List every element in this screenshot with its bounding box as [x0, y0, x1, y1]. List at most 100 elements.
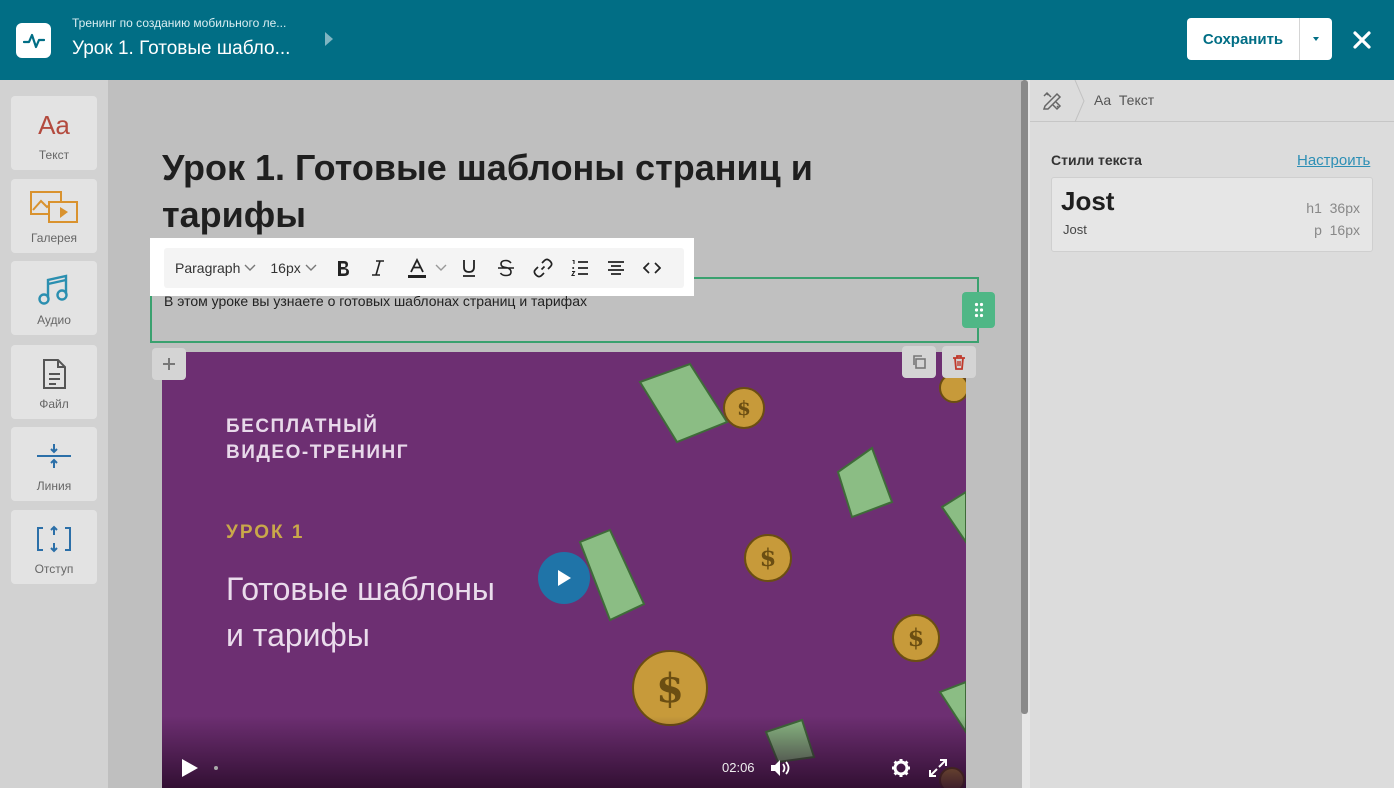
underline-button[interactable]	[461, 259, 477, 277]
plus-icon	[163, 358, 175, 370]
panel-header: Aa Текст	[1030, 80, 1394, 122]
tool-audio[interactable]: Аудио	[11, 261, 97, 335]
progress-dot[interactable]	[214, 766, 218, 770]
tool-label: Аудио	[37, 313, 71, 327]
canvas-scrollbar[interactable]	[1021, 80, 1028, 714]
block-type-select[interactable]: Paragraph	[175, 260, 256, 276]
link-icon	[533, 258, 553, 278]
trash-icon	[953, 355, 965, 370]
tool-label: Файл	[39, 397, 69, 411]
video-title: Готовые шаблоны и тарифы	[226, 566, 495, 658]
chevron-down-icon	[435, 264, 447, 271]
properties-panel: Aa Текст Стили текста Настроить Jost Jos…	[1030, 80, 1394, 788]
video-time: 02:06	[722, 760, 755, 775]
chevron-down-icon	[244, 264, 256, 271]
body-size-info: p 16px	[1314, 222, 1360, 238]
panel-breadcrumb-label: Текст	[1118, 92, 1155, 108]
spacing-icon	[11, 520, 97, 558]
heading-tag: h1	[1306, 200, 1322, 216]
strikethrough-button[interactable]	[497, 259, 515, 277]
strikethrough-icon	[497, 259, 514, 277]
fullscreen-icon[interactable]	[928, 758, 948, 778]
body-tag: p	[1314, 222, 1322, 238]
copy-icon	[913, 355, 926, 369]
link-button[interactable]	[533, 258, 553, 278]
panel-breadcrumb: Aa Текст	[1094, 92, 1154, 108]
panel-breadcrumb-glyph: Aa	[1094, 92, 1112, 108]
heading-size: 36px	[1329, 200, 1360, 216]
underline-icon	[462, 260, 475, 277]
italic-icon	[371, 260, 384, 276]
save-options-button[interactable]	[1299, 18, 1332, 60]
tool-file[interactable]: Файл	[11, 345, 97, 419]
tool-spacing[interactable]: Отступ	[11, 510, 97, 584]
lesson-title[interactable]: Урок 1. Готовые шабло...	[72, 38, 290, 60]
ordered-list-button[interactable]	[570, 259, 589, 277]
video-controls: 02:06	[162, 716, 966, 788]
save-button[interactable]: Сохранить	[1187, 18, 1299, 60]
page-title[interactable]: Урок 1. Готовые шаблоны страниц и тарифы	[162, 144, 882, 238]
course-title[interactable]: Тренинг по созданию мобильного ле...	[72, 16, 286, 30]
font-size-select[interactable]: 16px	[270, 260, 317, 276]
drag-dots-icon	[974, 302, 983, 318]
chevron-down-icon	[305, 264, 317, 271]
caret-down-icon	[1313, 37, 1319, 41]
text-icon-glyph: Aa	[38, 109, 70, 140]
settings-gear-icon[interactable]	[891, 758, 911, 778]
tool-line[interactable]: Линия	[11, 427, 97, 501]
drag-handle[interactable]	[962, 292, 995, 328]
video-subtitle-line: ВИДЕО-ТРЕНИНГ	[226, 442, 410, 463]
text-color-icon	[407, 258, 426, 278]
duplicate-block-button[interactable]	[902, 346, 936, 378]
file-icon	[11, 355, 97, 393]
code-icon	[642, 262, 661, 274]
italic-button[interactable]	[371, 259, 385, 277]
ordered-list-icon	[570, 259, 588, 277]
text-style-card[interactable]: Jost Jost h1 36px p 16px	[1051, 177, 1373, 252]
add-block-button[interactable]	[152, 348, 186, 380]
play-icon[interactable]	[180, 758, 200, 778]
breadcrumb-separator-icon	[1074, 80, 1085, 122]
tool-label: Линия	[36, 479, 72, 493]
volume-icon[interactable]	[770, 759, 792, 777]
configure-link[interactable]: Настроить	[1297, 152, 1370, 169]
design-tools-icon[interactable]	[1042, 91, 1062, 111]
heading-font-name: Jost	[1061, 186, 1115, 216]
video-subtitle: БЕСПЛАТНЫЙ ВИДЕО-ТРЕНИНГ	[226, 414, 409, 466]
tool-label: Галерея	[30, 231, 78, 245]
tool-label: Текст	[38, 148, 70, 162]
text-styles-title: Стили текста	[1051, 152, 1142, 168]
top-bar: Тренинг по созданию мобильного ле... Уро…	[0, 0, 1394, 80]
body-size: 16px	[1329, 222, 1360, 238]
delete-block-button[interactable]	[942, 346, 976, 378]
tool-text[interactable]: Aa Текст	[11, 96, 97, 170]
breadcrumb-arrow-icon	[325, 32, 333, 46]
svg-text:$: $	[656, 665, 684, 712]
text-color-dropdown[interactable]	[435, 264, 447, 272]
video-title-line: Готовые шаблоны	[226, 571, 495, 607]
video-player[interactable]: $ $ $ $ БЕСПЛАТНЫЙ ВИДЕО-ТРЕНИНГ УРОК 1 …	[162, 352, 966, 788]
app-logo-icon[interactable]	[16, 23, 51, 58]
video-subtitle-line: БЕСПЛАТНЫЙ	[226, 416, 379, 437]
editor-canvas: Урок 1. Готовые шаблоны страниц и тарифы…	[108, 80, 1022, 788]
close-button[interactable]	[1346, 24, 1378, 56]
svg-text:$: $	[737, 396, 751, 420]
line-icon	[11, 437, 97, 475]
format-toolbar: Paragraph 16px	[150, 238, 694, 296]
svg-text:$: $	[760, 543, 777, 572]
heading-size-info: h1 36px	[1306, 200, 1360, 216]
text-color-button[interactable]	[407, 258, 427, 278]
format-toolbar-bar: Paragraph 16px	[164, 248, 684, 288]
svg-text:$: $	[908, 623, 925, 652]
align-center-button[interactable]	[607, 260, 625, 276]
block-tools-sidebar: Aa Текст Галерея Аудио Файл Линия Отступ	[0, 80, 108, 788]
font-size-value: 16px	[270, 260, 301, 276]
video-play-button[interactable]	[538, 552, 590, 604]
close-icon	[1353, 31, 1371, 49]
code-button[interactable]	[642, 261, 661, 275]
tool-label: Отступ	[34, 562, 74, 576]
bold-button[interactable]	[335, 259, 351, 277]
align-center-icon	[607, 261, 624, 275]
text-icon: Aa	[11, 106, 97, 144]
tool-gallery[interactable]: Галерея	[11, 179, 97, 253]
